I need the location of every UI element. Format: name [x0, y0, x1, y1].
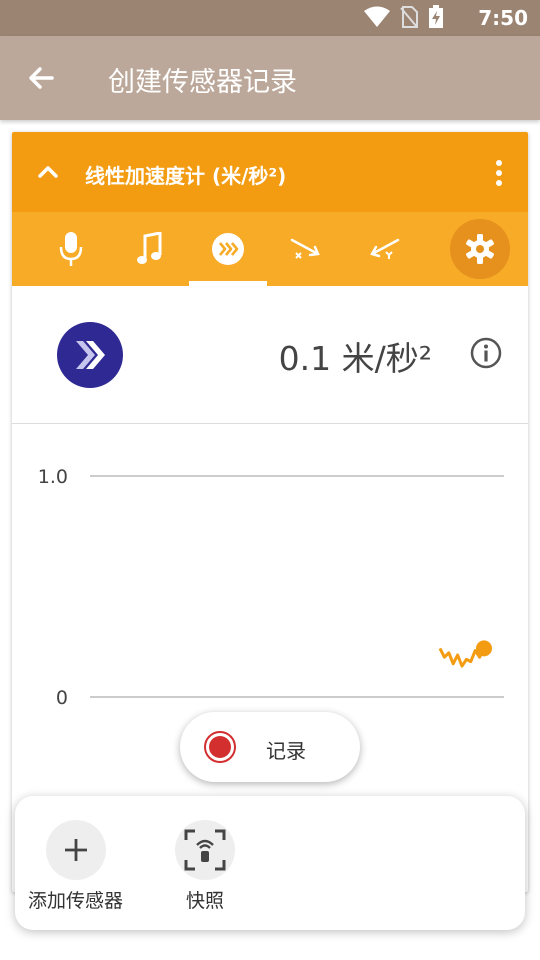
acceleration-y-icon: [370, 238, 400, 259]
tab-acceleration-y[interactable]: [345, 212, 423, 286]
page-title: 创建传感器记录: [108, 67, 297, 98]
gear-icon: [466, 234, 494, 264]
acceleration-x-icon: [290, 238, 320, 259]
snapshot-button[interactable]: 快照: [175, 820, 235, 913]
more-vert-icon[interactable]: [490, 158, 508, 188]
linear-acceleration-icon: [212, 233, 244, 265]
sensor-chart: 1.00: [38, 466, 504, 709]
status-time: 7:50: [478, 6, 528, 30]
record-button[interactable]: 记录: [180, 712, 360, 782]
plus-icon: [64, 839, 87, 861]
sensor-card-header: 线性加速度计 (米/秒²): [12, 132, 528, 212]
snapshot-label: 快照: [185, 890, 224, 912]
add-sensor-circle: [45, 820, 106, 880]
record-icon: [204, 731, 236, 763]
tab-music[interactable]: [110, 212, 188, 286]
sensor-reading-value: 0.1 米/秒²: [278, 339, 432, 378]
sensor-settings-button[interactable]: [450, 219, 510, 279]
record-label: 记录: [266, 739, 306, 763]
tab-acceleration-x[interactable]: [267, 212, 345, 286]
music-note-icon: [137, 232, 162, 264]
y-tick-label: 0: [56, 687, 68, 709]
sensor-badge: [57, 322, 123, 388]
add-sensor-button[interactable]: 添加传感器: [28, 820, 123, 913]
sensor-title: 线性加速度计 (米/秒²): [85, 164, 287, 188]
status-bar: 7:50: [0, 0, 540, 36]
wifi-icon: [364, 6, 390, 27]
bottom-action-panel: 添加传感器 快照: [15, 796, 525, 930]
latest-point: [476, 640, 492, 657]
add-sensor-label: 添加传感器: [28, 890, 124, 912]
snapshot-icon: [184, 829, 226, 871]
battery-charging-icon: [429, 5, 443, 28]
tab-linear-acceleration[interactable]: [189, 212, 267, 286]
microphone-icon: [59, 232, 83, 266]
sensor-reading-row: 0.1 米/秒²: [12, 287, 528, 424]
sensor-card: 线性加速度计 (米/秒²) 0.1 米/秒² 1.0 0 记录: [12, 132, 528, 892]
back-arrow-icon[interactable]: [22, 58, 62, 98]
y-tick-label: 1.0: [38, 466, 68, 488]
snapshot-circle: [175, 820, 235, 880]
chevron-up-icon[interactable]: [34, 158, 62, 186]
no-sim-icon: [400, 6, 418, 28]
info-icon[interactable]: [470, 337, 502, 369]
app-bar: 创建传感器记录: [0, 36, 540, 120]
linear-acceleration-badge-icon: [76, 341, 105, 369]
status-icons: [364, 5, 444, 29]
tab-microphone[interactable]: [32, 212, 110, 286]
sensor-tabs: [12, 212, 528, 286]
